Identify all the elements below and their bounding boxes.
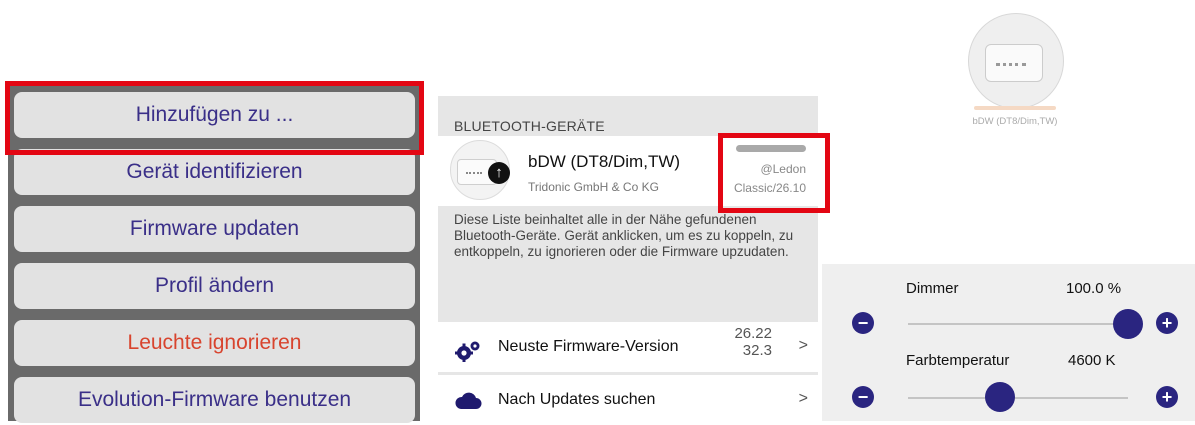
color-indicator-bar (974, 106, 1056, 110)
use-evolution-firmware-button[interactable]: Evolution-Firmware benutzen (14, 377, 415, 423)
check-updates-row[interactable]: Nach Updates suchen > (438, 375, 818, 425)
section-header: BLUETOOTH-GERÄTE (454, 118, 605, 134)
cloud-icon (455, 392, 482, 409)
add-to-button[interactable]: Hinzufügen zu ... (14, 92, 415, 138)
identify-device-button[interactable]: Gerät identifizieren (14, 149, 415, 195)
color-temperature-value: 4600 K (1068, 352, 1116, 369)
dimmer-value: 100.0 % (1066, 280, 1122, 297)
color-temperature-label: Farbtemperatur (906, 352, 1010, 369)
latest-firmware-row[interactable]: Neuste Firmware-Version 26.22 32.3 > (438, 322, 818, 372)
device-name: bDW (DT8/Dim,TW) (528, 152, 681, 171)
gears-icon (455, 341, 480, 362)
device-list-item[interactable]: ↑ bDW (DT8/Dim,TW) Tridonic GmbH & Co KG… (438, 136, 818, 206)
list-description: Diese Liste beinhaltet alle in der Nähe … (454, 212, 794, 259)
dimmer-slider-thumb[interactable] (1113, 309, 1143, 339)
dimmer-decrease-button[interactable]: − (852, 312, 874, 334)
color-temperature-increase-button[interactable]: + (1156, 386, 1178, 408)
light-controls-panel: Dimmer 100.0 % − + Farbtemperatur 4600 K… (822, 264, 1195, 421)
dimmer-slider-track[interactable] (908, 323, 1128, 325)
product-name: bDW (DT8/Dim,TW) (972, 116, 1058, 127)
chevron-right-icon: > (798, 337, 808, 354)
device-tag: @Ledon (760, 162, 806, 176)
signal-strength-bar (736, 145, 806, 152)
update-firmware-button[interactable]: Firmware updaten (14, 206, 415, 252)
bluetooth-panel: BLUETOOTH-GERÄTE ↑ bDW (DT8/Dim,TW) Trid… (438, 96, 818, 425)
context-menu: Hinzufügen zu ... Gerät identifizieren F… (8, 83, 420, 423)
color-temperature-decrease-button[interactable]: − (852, 386, 874, 408)
color-temperature-slider-track[interactable] (908, 397, 1128, 399)
upload-arrow-icon: ↑ (488, 162, 510, 184)
product-image (968, 13, 1064, 109)
latest-firmware-label: Neuste Firmware-Version (498, 338, 679, 355)
color-temperature-slider-thumb[interactable] (985, 382, 1016, 412)
change-profile-button[interactable]: Profil ändern (14, 263, 415, 309)
device-firmware-version: Classic/26.10 (733, 181, 806, 195)
latest-firmware-versions: 26.22 32.3 (734, 325, 772, 359)
ignore-luminaire-button[interactable]: Leuchte ignorieren (14, 320, 415, 366)
dimmer-increase-button[interactable]: + (1156, 312, 1178, 334)
check-updates-label: Nach Updates suchen (498, 391, 656, 408)
device-vendor: Tridonic GmbH & Co KG (528, 180, 659, 194)
dimmer-label: Dimmer (906, 280, 959, 297)
chevron-right-icon: > (798, 390, 808, 407)
